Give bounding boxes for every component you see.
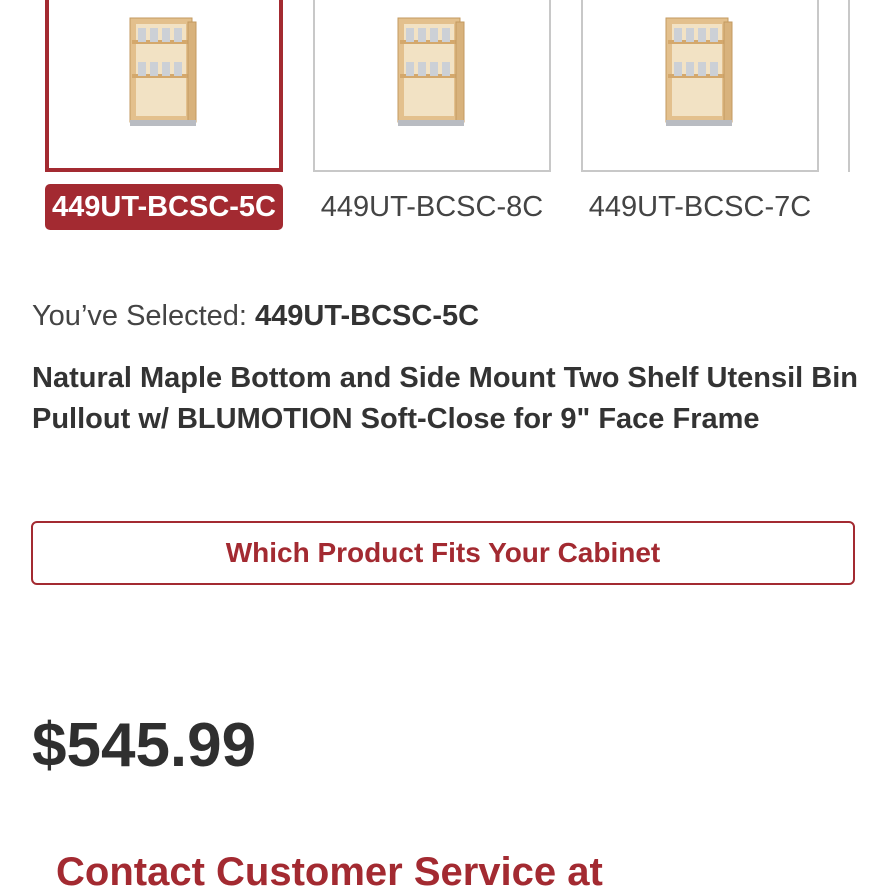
- pullout-cabinet-icon: [397, 17, 465, 126]
- selected-prefix: You’ve Selected:: [32, 300, 256, 332]
- variant-label[interactable]: 449UT-BCSC-5C: [45, 184, 283, 230]
- pullout-cabinet-icon: [665, 17, 733, 126]
- variant-label[interactable]: 449UT-BCSC-7C: [581, 184, 819, 230]
- variant-thumbnail[interactable]: [581, 0, 819, 172]
- product-price: $545.99: [32, 711, 257, 780]
- variant-thumbnail-partial[interactable]: [848, 0, 886, 172]
- variant-label[interactable]: 449UT-BCSC-8C: [313, 184, 551, 230]
- variant-thumbnail[interactable]: [45, 0, 283, 172]
- selected-variant-text: You’ve Selected: 449UT-BCSC-5C: [32, 300, 479, 333]
- variant-thumbnail[interactable]: [313, 0, 551, 172]
- which-product-fits-button[interactable]: Which Product Fits Your Cabinet: [31, 521, 855, 585]
- selected-sku: 449UT-BCSC-5C: [255, 300, 480, 332]
- variant-selector: 449UT-BCSC-5C 449UT-BCSC-8C 449UT-BCSC-7…: [0, 0, 886, 240]
- product-title: Natural Maple Bottom and Side Mount Two …: [32, 362, 858, 435]
- pullout-cabinet-icon: [129, 17, 197, 126]
- contact-customer-service-text: Contact Customer Service at: [56, 850, 603, 894]
